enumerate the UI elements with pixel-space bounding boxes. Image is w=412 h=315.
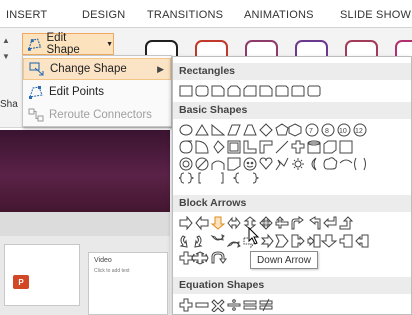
- reroute-connectors-icon: [23, 108, 49, 122]
- edit-points-icon: [23, 85, 49, 99]
- menu-item-label: Change Shape: [50, 63, 127, 75]
- equation-shapes-row: [179, 298, 409, 312]
- menu-item-edit-points[interactable]: Edit Points: [23, 81, 171, 103]
- svg-text:8: 8: [325, 128, 329, 135]
- tab-animations[interactable]: ANIMATIONS: [244, 9, 314, 21]
- menu-item-reroute-connectors: Reroute Connectors: [23, 104, 171, 126]
- equation-shapes-icon[interactable]: [179, 298, 409, 312]
- slide-canvas[interactable]: [0, 130, 170, 212]
- edit-shape-button[interactable]: Edit Shape ▼: [22, 32, 114, 56]
- section-rectangles-header: Rectangles: [173, 63, 411, 80]
- ribbon-scroll-arrows[interactable]: ▲ ▼: [2, 36, 10, 68]
- rectangle-shapes-icon[interactable]: [179, 84, 409, 98]
- svg-text:12: 12: [355, 128, 363, 135]
- menu-item-change-shape[interactable]: Change Shape ▶: [23, 58, 171, 80]
- mouse-cursor-icon: [248, 227, 260, 245]
- section-basic-shapes-header: Basic Shapes: [173, 102, 411, 119]
- change-shape-icon: [24, 62, 50, 76]
- menu-item-label: Reroute Connectors: [49, 109, 152, 121]
- powerpoint-icon: P: [13, 275, 29, 289]
- submenu-arrow-icon: ▶: [157, 63, 164, 74]
- dropdown-caret-icon: ▼: [106, 40, 113, 48]
- rectangles-row: [179, 84, 409, 98]
- embedded-ribbon-image: [0, 212, 170, 236]
- ribbon-tab-bar: INSERT DESIGN TRANSITIONS ANIMATIONS SLI…: [0, 0, 412, 28]
- scroll-down-icon[interactable]: ▼: [2, 52, 10, 68]
- edit-shape-menu: Change Shape ▶ Edit Points Reroute Conne…: [22, 55, 172, 127]
- shape-tooltip: Down Arrow: [250, 251, 318, 269]
- tab-insert[interactable]: INSERT: [6, 9, 47, 21]
- basic-shapes-icon[interactable]: 7 8 10 12: [179, 123, 409, 185]
- section-block-arrows-header: Block Arrows: [173, 195, 411, 212]
- menu-item-label: Edit Points: [49, 86, 104, 98]
- tab-slide-show[interactable]: SLIDE SHOW: [340, 9, 411, 21]
- basic-shapes-grid: 7 8 10 12: [179, 123, 409, 185]
- shape-styles-label-stub: Sha: [0, 99, 18, 110]
- svg-text:7: 7: [309, 128, 313, 135]
- section-equation-shapes-header: Equation Shapes: [173, 277, 411, 294]
- thumb-placeholder-text: Click to add text: [94, 268, 130, 274]
- edit-shape-label: Edit Shape: [46, 32, 80, 56]
- tab-transitions[interactable]: TRANSITIONS: [147, 9, 223, 21]
- svg-text:10: 10: [339, 128, 347, 135]
- tab-design[interactable]: DESIGN: [82, 9, 125, 21]
- thumb-title: Video: [94, 257, 112, 264]
- change-shape-gallery: Rectangles Basic Shapes 7 8 10 12 Block …: [172, 56, 412, 315]
- scroll-up-icon[interactable]: ▲: [2, 36, 10, 52]
- edit-shape-icon: [27, 38, 42, 51]
